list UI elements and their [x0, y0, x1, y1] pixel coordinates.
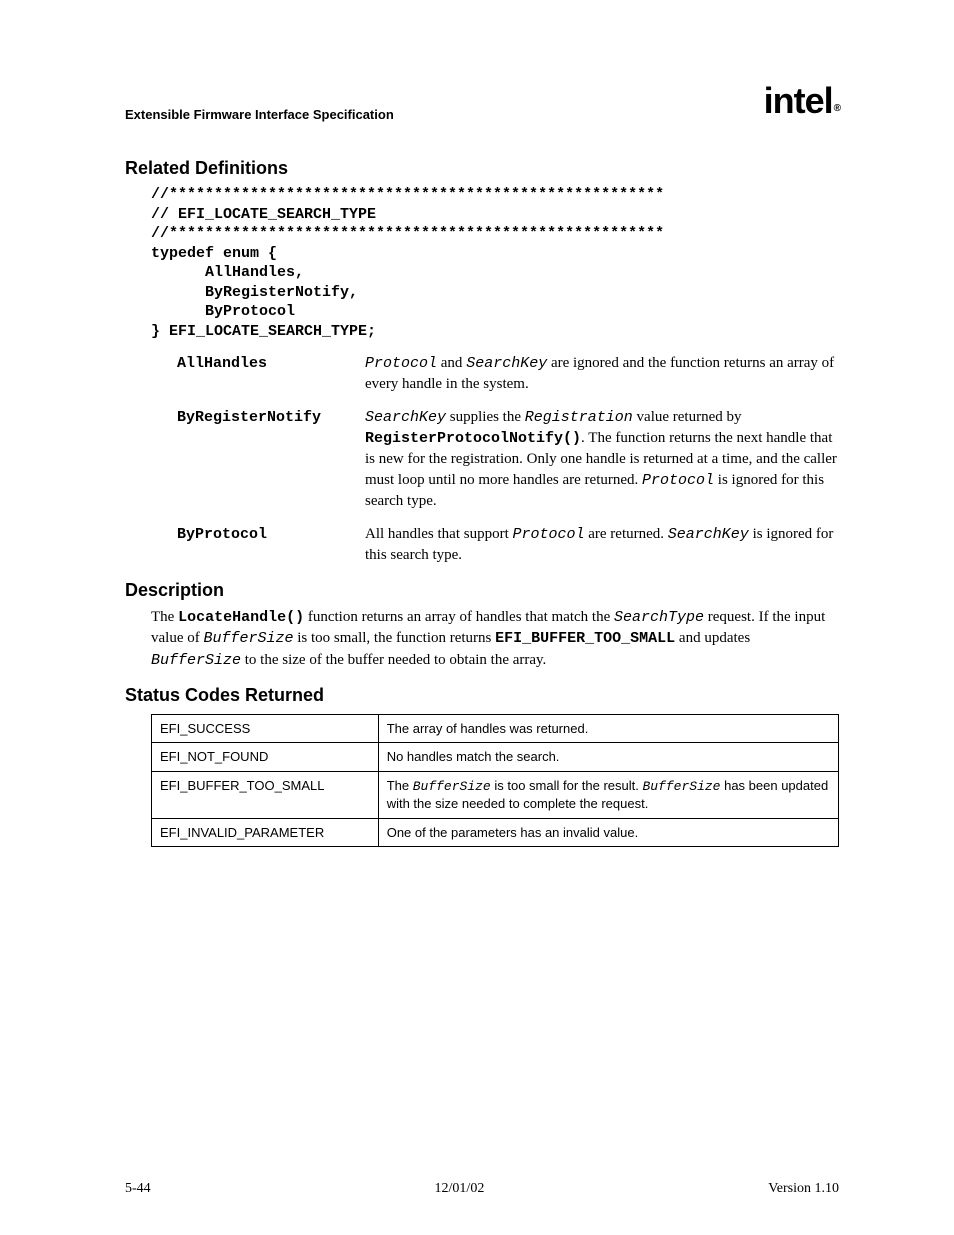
code-ref: SearchKey: [365, 409, 446, 426]
text: is too small for the result.: [491, 778, 643, 793]
def-desc: All handles that support Protocol are re…: [365, 524, 839, 566]
logo-part1: int: [764, 80, 805, 121]
code-ref: EFI_BUFFER_TOO_SMALL: [495, 630, 675, 647]
status-desc: No handles match the search.: [378, 743, 838, 772]
page-header: Extensible Firmware Interface Specificat…: [125, 80, 839, 122]
text: are returned.: [585, 526, 668, 542]
def-row-byprotocol: ByProtocol All handles that support Prot…: [177, 524, 839, 566]
code-ref: SearchKey: [466, 355, 547, 372]
def-desc: Protocol and SearchKey are ignored and t…: [365, 353, 839, 395]
text: The: [387, 778, 413, 793]
status-code: EFI_BUFFER_TOO_SMALL: [152, 771, 379, 818]
table-row: EFI_INVALID_PARAMETER One of the paramet…: [152, 818, 839, 847]
text: and updates: [675, 630, 750, 646]
heading-status-codes: Status Codes Returned: [125, 685, 839, 706]
footer-page-number: 5-44: [125, 1181, 151, 1197]
code-ref: BufferSize: [151, 652, 241, 669]
status-desc: The BufferSize is too small for the resu…: [378, 771, 838, 818]
code-line: } EFI_LOCATE_SEARCH_TYPE;: [151, 323, 376, 340]
text: to the size of the buffer needed to obta…: [241, 652, 546, 668]
logo-part2: el: [805, 80, 833, 121]
code-line: //**************************************…: [151, 225, 664, 242]
code-ref: LocateHandle(): [178, 609, 304, 626]
code-line: AllHandles,: [151, 264, 304, 281]
code-ref: BufferSize: [203, 630, 293, 647]
code-ref: SearchKey: [668, 526, 749, 543]
status-code: EFI_NOT_FOUND: [152, 743, 379, 772]
status-code: EFI_INVALID_PARAMETER: [152, 818, 379, 847]
def-desc: SearchKey supplies the Registration valu…: [365, 407, 839, 512]
doc-title: Extensible Firmware Interface Specificat…: [125, 107, 394, 122]
text: The: [151, 609, 178, 625]
heading-related-definitions: Related Definitions: [125, 158, 839, 179]
def-row-allhandles: AllHandles Protocol and SearchKey are ig…: [177, 353, 839, 395]
text: is too small, the function returns: [294, 630, 496, 646]
footer-version: Version 1.10: [768, 1181, 839, 1197]
text: value returned by: [633, 409, 742, 425]
code-line: // EFI_LOCATE_SEARCH_TYPE: [151, 206, 376, 223]
text: function returns an array of handles tha…: [304, 609, 614, 625]
code-ref: Registration: [525, 409, 633, 426]
code-line: typedef enum {: [151, 245, 277, 262]
code-ref: Protocol: [365, 355, 437, 372]
code-ref-link[interactable]: RegisterProtocolNotify(): [365, 430, 581, 447]
heading-description: Description: [125, 580, 839, 601]
text: and: [437, 355, 466, 371]
def-term: AllHandles: [177, 353, 365, 395]
code-line: ByProtocol: [151, 303, 295, 320]
footer-date: 12/01/02: [435, 1181, 485, 1197]
status-codes-table: EFI_SUCCESS The array of handles was ret…: [151, 714, 839, 848]
status-desc: The array of handles was returned.: [378, 714, 838, 743]
page: Extensible Firmware Interface Specificat…: [0, 0, 954, 1235]
code-ref: Protocol: [512, 526, 584, 543]
def-row-byregisternotify: ByRegisterNotify SearchKey supplies the …: [177, 407, 839, 512]
def-term: ByProtocol: [177, 524, 365, 566]
code-ref: BufferSize: [413, 779, 491, 794]
page-footer: 5-44 12/01/02 Version 1.10: [125, 1181, 839, 1197]
table-row: EFI_BUFFER_TOO_SMALL The BufferSize is t…: [152, 771, 839, 818]
table-row: EFI_SUCCESS The array of handles was ret…: [152, 714, 839, 743]
description-body: The LocateHandle() function returns an a…: [125, 607, 839, 671]
code-block: //**************************************…: [125, 185, 839, 341]
intel-logo: intel®: [764, 80, 839, 122]
code-line: ByRegisterNotify,: [151, 284, 358, 301]
definitions-list: AllHandles Protocol and SearchKey are ig…: [125, 353, 839, 566]
code-ref: BufferSize: [642, 779, 720, 794]
logo-reg: ®: [834, 103, 840, 114]
code-line: //**************************************…: [151, 186, 664, 203]
text: supplies the: [446, 409, 525, 425]
status-code: EFI_SUCCESS: [152, 714, 379, 743]
status-desc: One of the parameters has an invalid val…: [378, 818, 838, 847]
code-ref: SearchType: [614, 609, 704, 626]
def-term: ByRegisterNotify: [177, 407, 365, 512]
table-row: EFI_NOT_FOUND No handles match the searc…: [152, 743, 839, 772]
text: All handles that support: [365, 526, 512, 542]
code-ref: Protocol: [642, 472, 714, 489]
